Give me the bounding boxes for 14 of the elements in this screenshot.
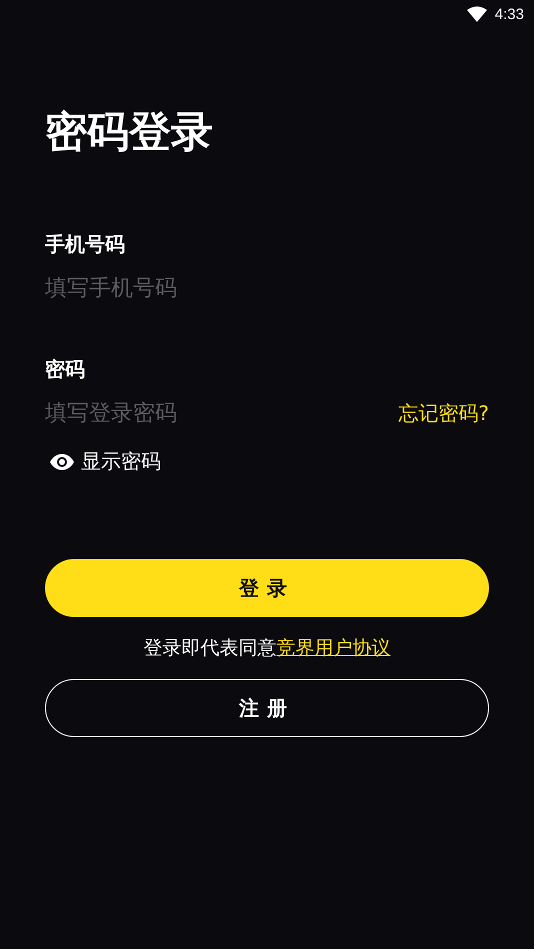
wifi-icon	[466, 6, 487, 22]
login-button[interactable]: 登录	[45, 559, 489, 617]
show-password-toggle[interactable]: 显示密码	[45, 448, 161, 475]
field-label: 手机号码	[45, 231, 126, 258]
page-title: 密码登录	[45, 106, 214, 158]
status-time: 4:33	[494, 6, 524, 22]
agreement-link[interactable]: 竞界用户协议	[276, 637, 390, 659]
eye-icon	[49, 452, 75, 470]
field-label: 密码	[45, 356, 86, 383]
agreement-text: 登录即代表同意竞界用户协议	[142, 636, 392, 661]
phone-input[interactable]: 填写手机号码	[45, 271, 489, 305]
password-input[interactable]: 填写登录密码	[45, 396, 398, 430]
register-button[interactable]: 注册	[45, 679, 489, 737]
forgot-password-link[interactable]: 忘记密码?	[398, 400, 489, 426]
